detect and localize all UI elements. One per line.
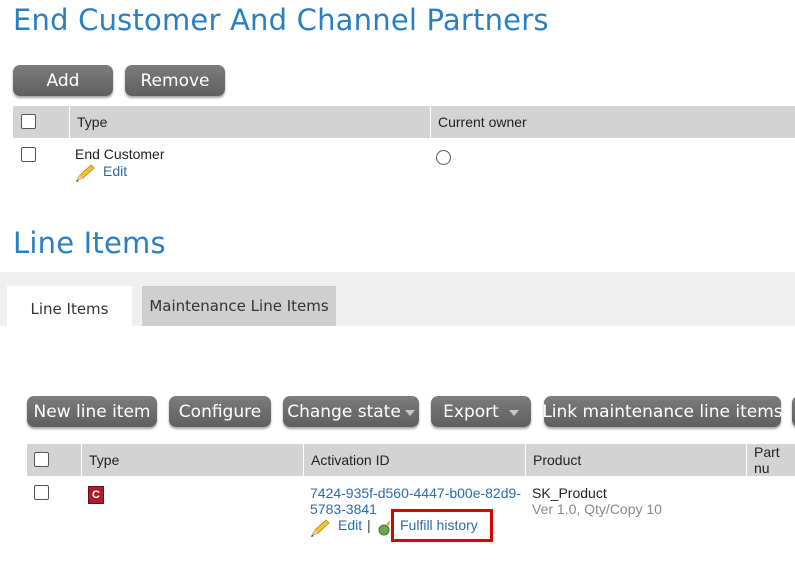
export-label: Export (443, 401, 499, 422)
type-badge-icon: C (88, 486, 104, 504)
ecp-header-checkbox-cell (13, 106, 69, 138)
export-button[interactable]: Export (431, 396, 531, 427)
new-line-item-button[interactable]: New line item (27, 396, 157, 427)
tab-line-items[interactable]: Line Items (7, 286, 132, 332)
ecp-col-current-owner[interactable]: Current owner (430, 106, 790, 138)
chevron-down-icon (508, 409, 519, 416)
li-col-part-number[interactable]: Part nu (746, 444, 795, 476)
ecp-section-title: End Customer And Channel Partners (13, 3, 549, 37)
chevron-down-icon (404, 409, 415, 416)
ecp-select-all-checkbox[interactable] (21, 114, 36, 129)
line-items-section-title: Line Items (13, 226, 166, 260)
tab-maintenance-line-items[interactable]: Maintenance Line Items (142, 286, 336, 326)
li-edit-link[interactable]: Edit (338, 517, 362, 533)
line-items-table-header: Type Activation ID Product Part nu (27, 444, 795, 476)
link-separator: | (367, 517, 371, 533)
fulfill-history-link[interactable]: Fulfill history (400, 517, 478, 533)
add-button[interactable]: Add (13, 65, 113, 96)
product-version: Ver 1.0, Qty/Copy 10 (532, 501, 662, 517)
remove-button[interactable]: Remove (125, 65, 225, 96)
li-col-product[interactable]: Product (525, 444, 746, 476)
li-select-all-checkbox[interactable] (34, 452, 49, 467)
ecp-row-checkbox[interactable] (21, 147, 36, 162)
change-state-button[interactable]: Change state (283, 396, 419, 427)
product-name: SK_Product (532, 485, 607, 501)
li-row-checkbox[interactable] (34, 485, 49, 500)
activation-id-link-line1[interactable]: 7424-935f-d560-4447-b00e-82d9- (310, 485, 521, 501)
fulfill-history-icon (378, 520, 392, 541)
li-col-type[interactable]: Type (81, 444, 303, 476)
configure-button[interactable]: Configure (169, 396, 271, 427)
li-col-activation-id[interactable]: Activation ID (303, 444, 525, 476)
ecp-edit-link[interactable]: Edit (103, 163, 127, 179)
ecp-col-type[interactable]: Type (69, 106, 430, 138)
ecp-row-type: End Customer (75, 146, 165, 162)
ecp-table-header: Type Current owner (13, 106, 795, 138)
pencil-icon (74, 163, 96, 188)
change-state-label: Change state (287, 401, 401, 422)
current-owner-radio[interactable] (436, 150, 451, 165)
activation-id-link-line2[interactable]: 5783-3841 (310, 501, 377, 517)
pencil-icon (309, 518, 331, 543)
li-header-checkbox-cell (27, 444, 81, 476)
link-maintenance-line-items-button[interactable]: Link maintenance line items (542, 396, 783, 427)
